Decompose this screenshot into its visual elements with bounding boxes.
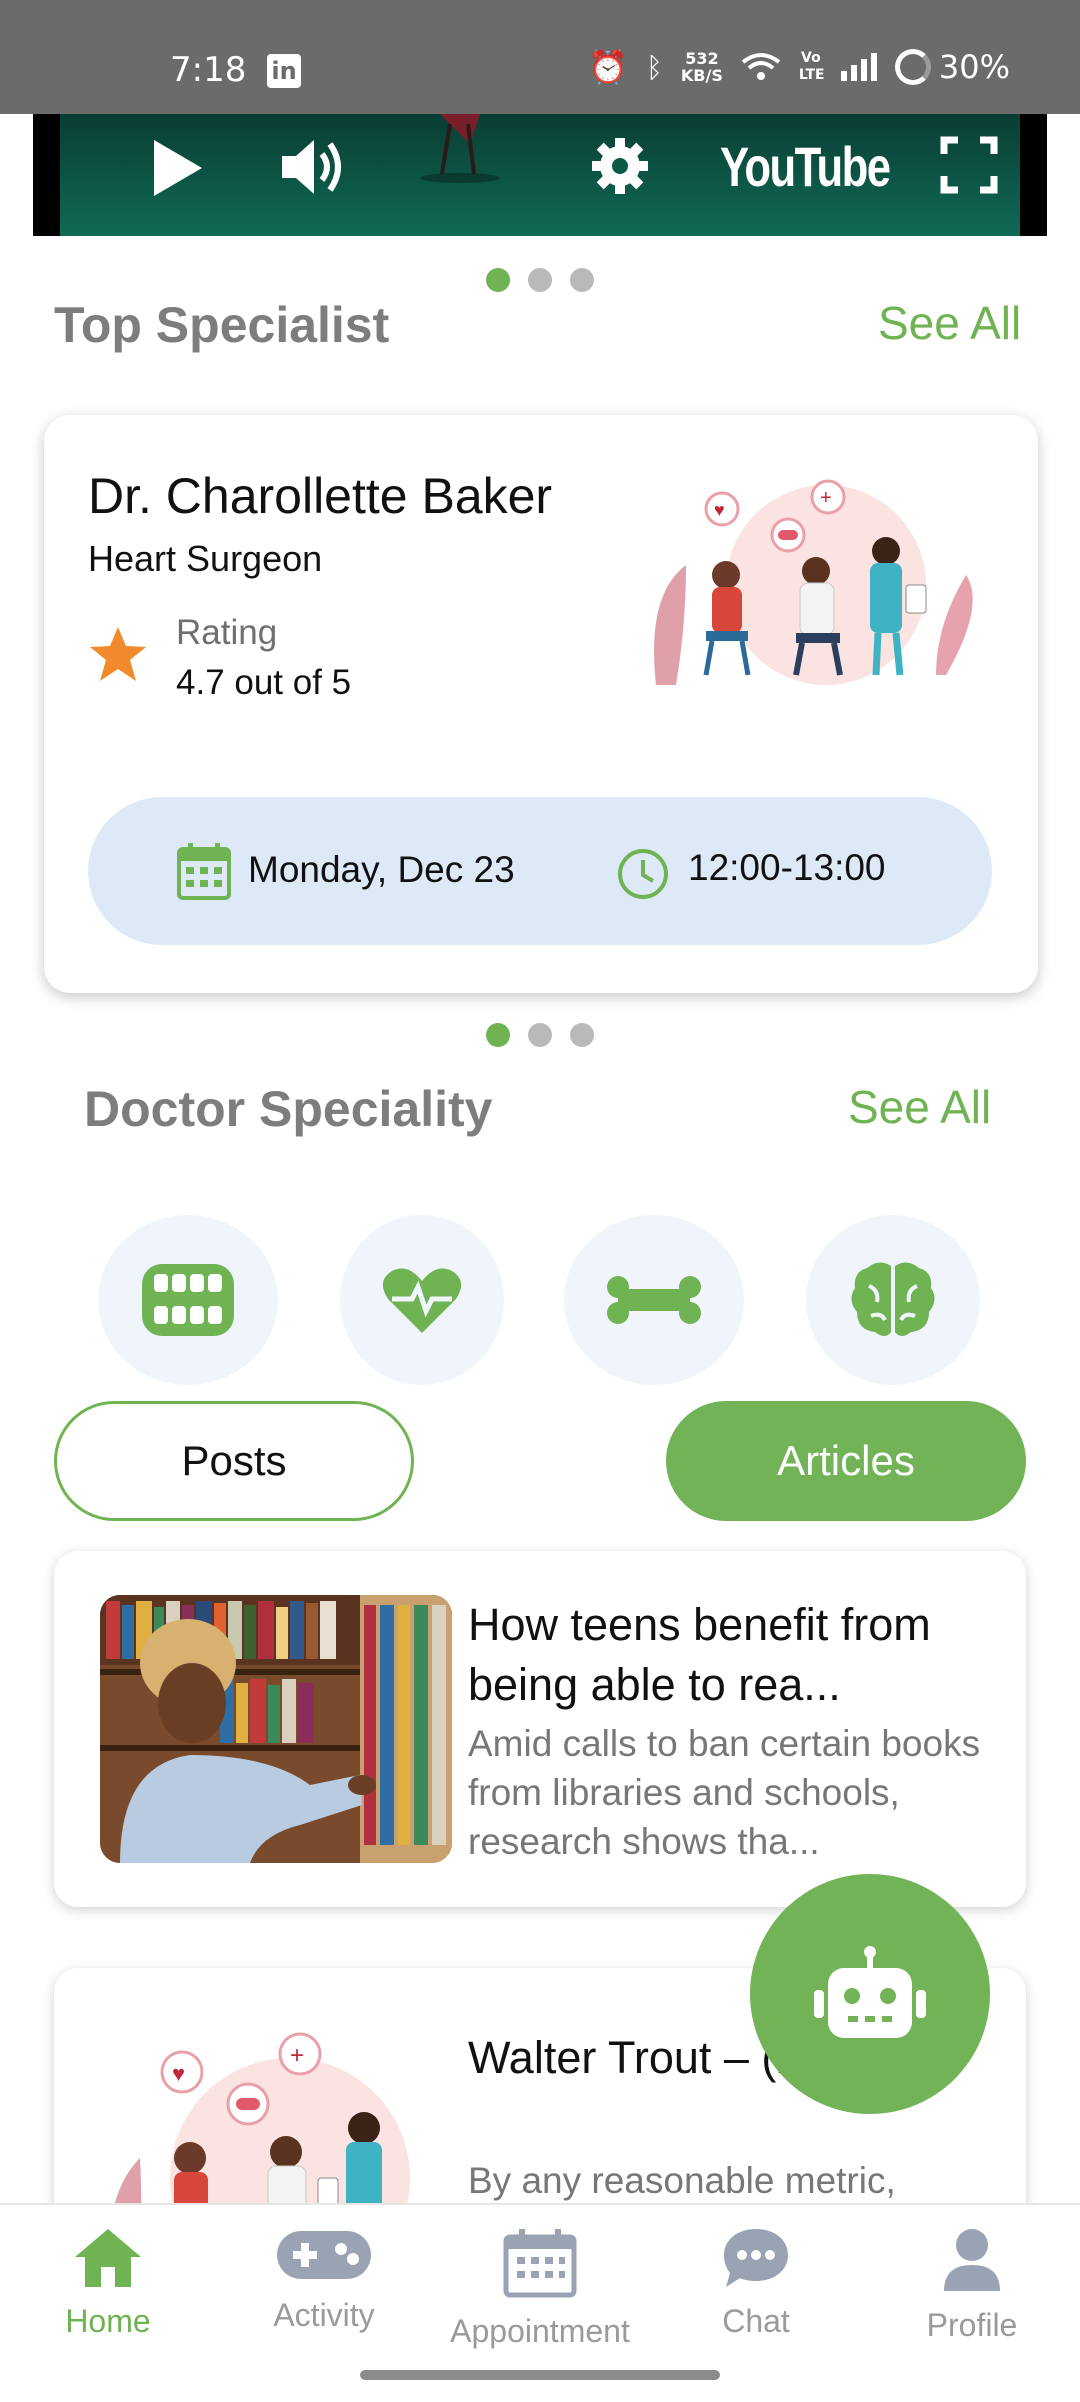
doctor-name: Dr. Charollette Baker [88,468,553,524]
nav-profile[interactable]: Profile [864,2227,1080,2344]
nav-appointment[interactable]: Appointment [432,2227,648,2350]
svg-text:+: + [820,487,832,509]
doctor-specialty: Heart Surgeon [88,538,323,579]
volte-indicator: Vo LTE [798,50,825,83]
nav-home[interactable]: Home [0,2227,216,2340]
bluetooth-icon: ᛒ [646,50,663,84]
calendar-icon [177,843,231,900]
heart-pulse-icon [382,1268,462,1333]
speciality-cardiology[interactable] [340,1215,504,1385]
rating-value: 4.7 out of 5 [176,663,352,702]
status-icons: ⏰ ᛒ 532 KB/S Vo LTE 30% [588,48,1010,86]
appointment-time: 12:00-13:00 [688,847,886,888]
rating-label: Rating [176,613,278,652]
article-card[interactable]: How teens benefit from being able to rea… [54,1551,1026,1907]
article-title: How teens benefit from being able to rea… [468,1599,931,1710]
video-frame [420,114,500,183]
carousel-dot-active[interactable] [486,1023,510,1047]
carousel-dot[interactable] [570,1023,594,1047]
gamepad-icon [277,2231,371,2279]
chatbot-button[interactable] [750,1874,990,2114]
article-description: By any reasonable metric, [468,2160,896,2201]
gesture-home-bar[interactable] [360,2370,720,2380]
nav-activity-label: Activity [273,2297,375,2333]
fullscreen-icon[interactable] [940,136,998,194]
nav-profile-label: Profile [926,2307,1018,2343]
nav-activity[interactable]: Activity [216,2227,432,2334]
appointment-date: Monday, Dec 23 [248,849,515,890]
home-icon [75,2229,141,2287]
nav-chat-label: Chat [722,2303,790,2339]
robot-icon [814,1946,926,2038]
nav-home-label: Home [65,2303,151,2339]
doctor-illustration: ♥ + [654,479,973,685]
clock-icon [618,849,668,899]
linkedin-icon: in [267,54,301,88]
nav-appointment-label: Appointment [450,2313,630,2349]
carousel-dot[interactable] [570,268,594,292]
speciality-neurology[interactable] [806,1215,980,1385]
video-player[interactable]: YouTube [33,114,1047,236]
svg-text:+: + [290,2042,304,2069]
calendar-icon [503,2229,577,2298]
svg-text:♥: ♥ [172,2061,185,2086]
teeth-icon [142,1264,234,1336]
top-specialist-title: Top Specialist [54,297,390,353]
youtube-logo[interactable]: YouTube [720,134,891,199]
svg-text:♥: ♥ [714,500,725,520]
brain-icon [851,1262,935,1336]
specialist-card[interactable]: Dr. Charollette Baker Heart Surgeon Rati… [44,415,1038,993]
doctor-speciality-see-all-link[interactable]: See All [848,1080,991,1134]
settings-icon[interactable] [590,136,650,196]
play-icon[interactable] [150,136,206,200]
speciality-dental[interactable] [98,1215,278,1385]
status-bar: 7:18 in ⏰ ᛒ 532 KB/S Vo LTE 30% [0,0,1080,114]
carousel-dot[interactable] [528,268,552,292]
articles-tab[interactable]: Articles [666,1401,1026,1521]
volume-icon[interactable] [280,134,350,200]
specialist-carousel-dots [486,1023,594,1047]
doctor-speciality-title: Doctor Speciality [84,1081,493,1137]
video-carousel-dots [486,268,594,292]
carousel-dot-active[interactable] [486,268,510,292]
carousel-dot[interactable] [528,1023,552,1047]
status-time: 7:18 [170,50,247,90]
posts-tab[interactable]: Posts [54,1401,414,1521]
signal-icon [840,53,877,81]
alarm-icon: ⏰ [588,48,629,86]
star-icon [90,627,146,681]
bone-icon [607,1276,701,1324]
battery-level: 30% [938,48,1010,86]
speciality-orthopedics[interactable] [564,1215,744,1385]
article-thumbnail [100,1595,452,1863]
top-specialist-see-all-link[interactable]: See All [878,296,1021,350]
network-speed: 532 KB/S [680,49,723,85]
appointment-slot[interactable]: Monday, Dec 23 12:00-13:00 [88,797,992,945]
wifi-icon [741,53,781,80]
profile-icon [944,2229,1000,2291]
nav-chat[interactable]: Chat [648,2227,864,2340]
article-description: Amid calls to ban certain books from lib… [468,1723,981,1862]
battery-icon [894,49,931,85]
chat-icon [724,2229,788,2287]
